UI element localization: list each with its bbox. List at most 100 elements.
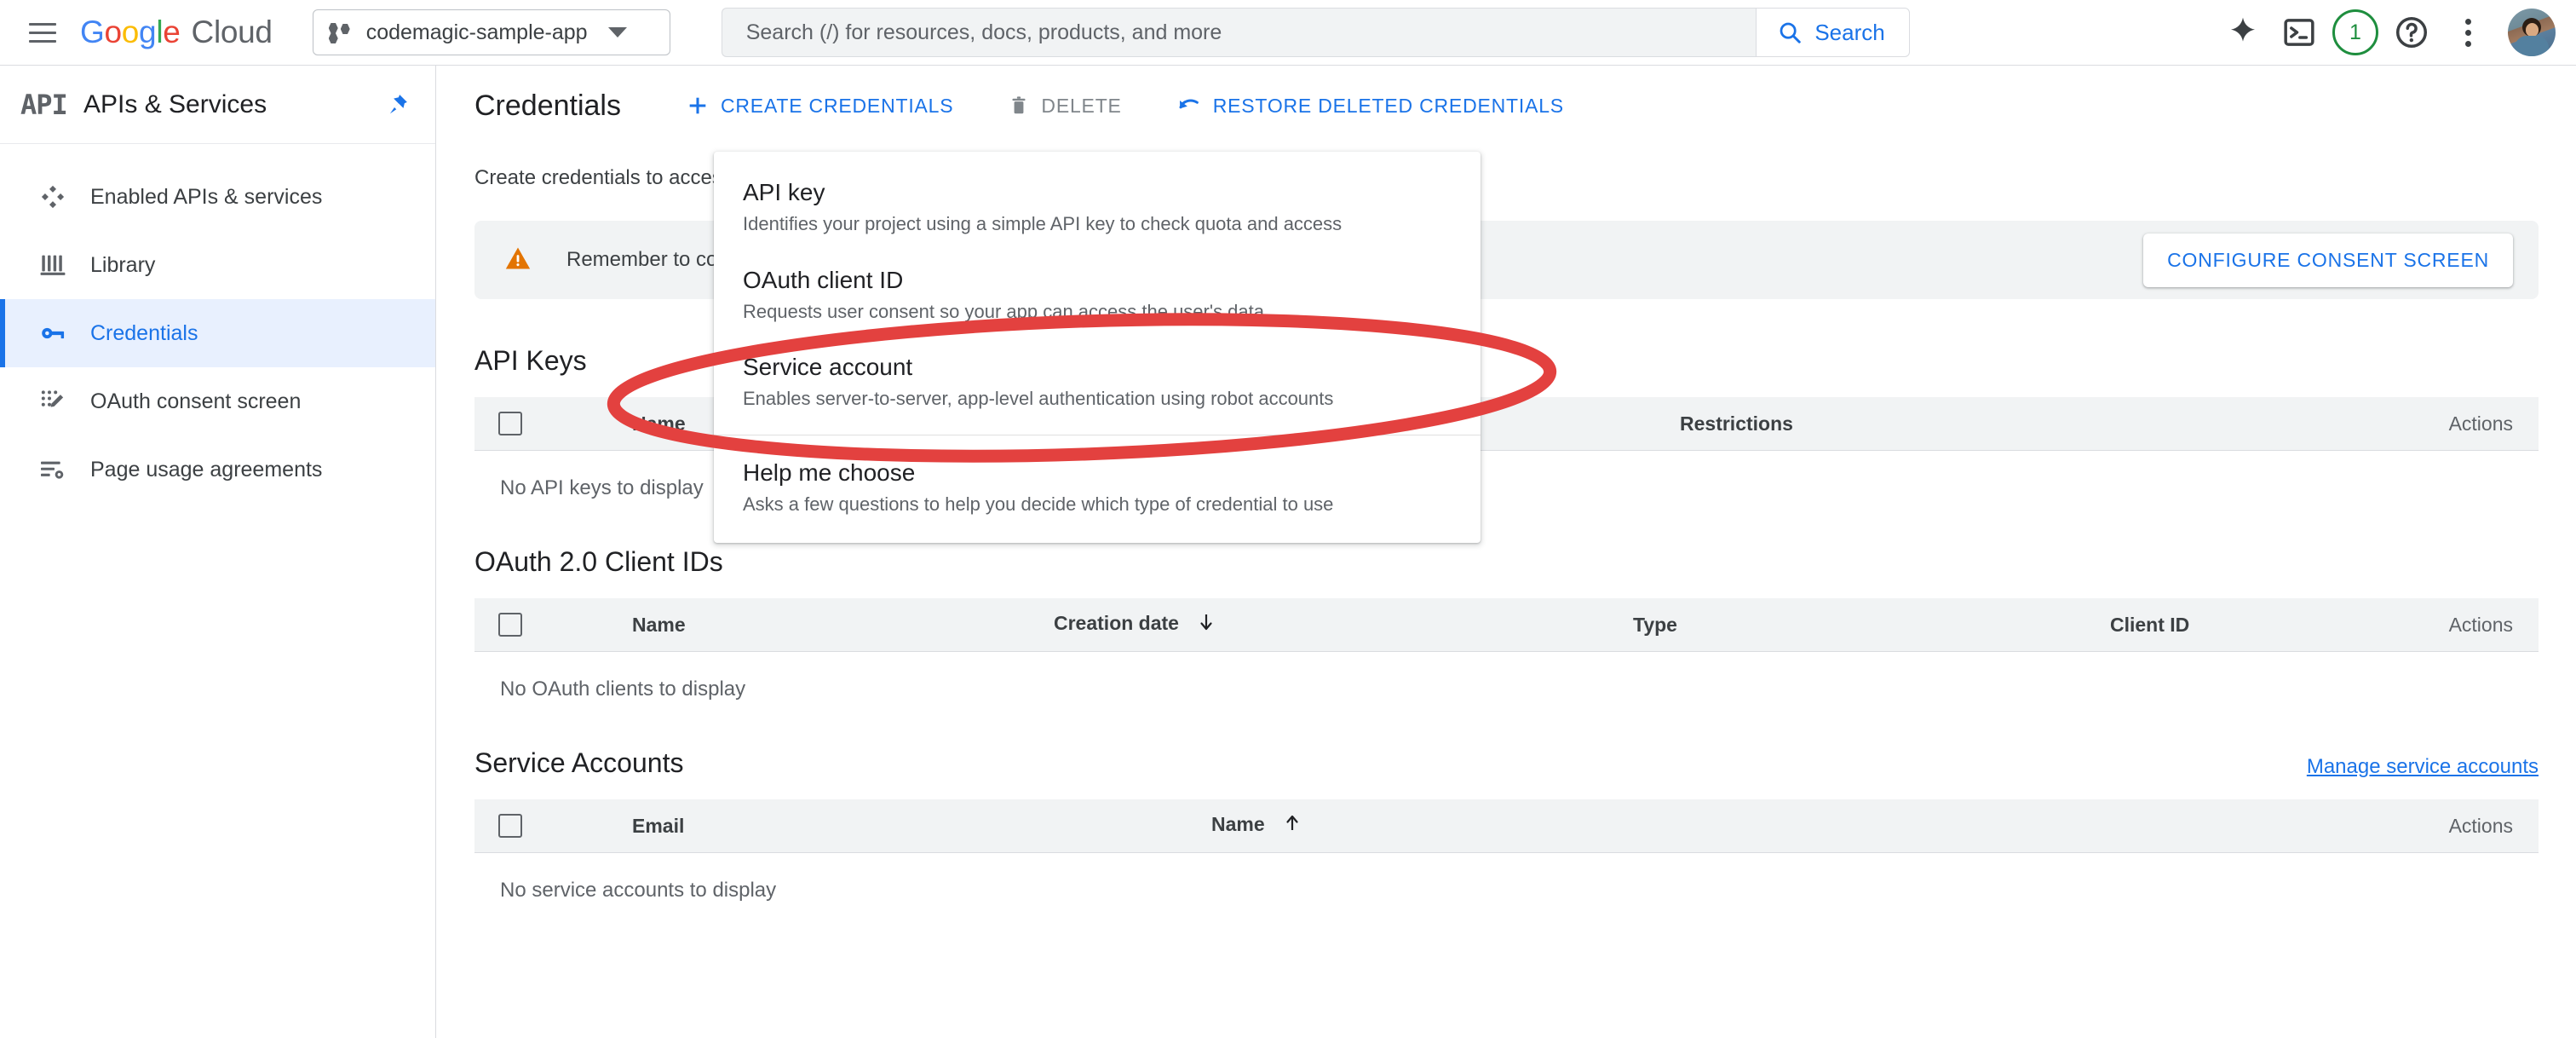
empty-state-text: No service accounts to display <box>500 879 777 902</box>
sort-descending-icon <box>1196 611 1216 638</box>
chevron-down-icon <box>607 27 627 37</box>
search-input[interactable] <box>744 19 1734 46</box>
service-accounts-table: Email Name Actions No service accounts t… <box>474 799 2539 902</box>
sidebar-item-credentials[interactable]: Credentials <box>0 299 435 367</box>
menu-item-oauth-client-id[interactable]: OAuth client ID Requests user consent so… <box>714 251 1481 339</box>
sidebar-item-oauth-consent-screen[interactable]: OAuth consent screen <box>0 367 435 435</box>
api-product-icon: API <box>20 88 68 121</box>
table-header-row: Email Name Actions <box>474 799 2539 853</box>
column-label: Name <box>1211 813 1265 836</box>
sidebar: API APIs & Services Enabled APIs & servi… <box>0 66 436 1038</box>
menu-item-description: Identifies your project using a simple A… <box>743 213 1343 234</box>
sidebar-item-page-usage-agreements[interactable]: Page usage agreements <box>0 435 435 504</box>
menu-item-service-account[interactable]: Service account Enables server-to-server… <box>714 338 1481 426</box>
restore-label: RESTORE DELETED CREDENTIALS <box>1212 94 1564 117</box>
help-icon[interactable] <box>2383 4 2440 61</box>
project-dots-icon <box>328 23 351 43</box>
select-all-checkbox[interactable] <box>498 412 522 436</box>
menu-item-description: Enables server-to-server, app-level auth… <box>743 388 1334 409</box>
menu-item-api-key[interactable]: API key Identifies your project using a … <box>714 164 1481 251</box>
search-icon <box>1780 22 1802 43</box>
section-title: Service Accounts <box>474 747 684 778</box>
oauth-clients-table: Name Creation date Type Client ID Action… <box>474 598 2539 701</box>
google-cloud-logo[interactable]: Google Cloud <box>80 14 273 50</box>
column-header-client-id[interactable]: Client ID <box>2110 598 2283 652</box>
account-avatar[interactable] <box>2508 9 2556 56</box>
agreements-icon <box>39 456 90 483</box>
column-label: Creation date <box>1054 612 1179 635</box>
column-header-restrictions[interactable]: Restrictions <box>1680 397 2283 451</box>
section-header: OAuth 2.0 Client IDs <box>437 546 2576 578</box>
trash-icon <box>1012 96 1026 114</box>
sidebar-item-label: Credentials <box>90 320 198 345</box>
sidebar-item-library[interactable]: Library <box>0 231 435 299</box>
sort-ascending-icon <box>1282 812 1302 839</box>
logo-letter: g <box>139 14 157 49</box>
menu-item-title: API key <box>743 179 825 205</box>
create-credentials-button[interactable]: CREATE CREDENTIALS <box>674 81 965 130</box>
gemini-spark-icon[interactable] <box>2215 4 2271 61</box>
undo-icon <box>1179 99 1199 109</box>
table-empty-row: No service accounts to display <box>474 853 2539 903</box>
configure-consent-screen-button[interactable]: CONFIGURE CONSENT SCREEN <box>2143 233 2513 287</box>
sidebar-product-title: APIs & Services <box>83 89 267 118</box>
table-empty-row: No OAuth clients to display <box>474 652 2539 702</box>
logo-letter: l <box>156 14 164 49</box>
sidebar-item-label: Enabled APIs & services <box>90 184 323 209</box>
section-oauth-client-ids: OAuth 2.0 Client IDs Name Creation date <box>437 546 2576 701</box>
column-header-creation-date[interactable]: Creation date <box>1054 598 1633 652</box>
search-box[interactable] <box>721 8 1757 57</box>
select-all-checkbox[interactable] <box>498 613 522 637</box>
select-all-cell <box>474 598 632 652</box>
column-header-email[interactable]: Email <box>632 799 1211 853</box>
project-name-label: codemagic-sample-app <box>365 20 588 44</box>
warning-triangle-icon <box>503 244 532 277</box>
page-toolbar: Credentials CREATE CREDENTIALS DELETE RE… <box>437 66 2576 139</box>
select-all-checkbox[interactable] <box>498 814 522 839</box>
column-header-type[interactable]: Type <box>1633 598 2110 652</box>
delete-label: DELETE <box>1041 94 1122 117</box>
hamburger-menu-icon[interactable] <box>24 14 61 51</box>
logo-letter: G <box>80 14 105 49</box>
menu-item-help-me-choose[interactable]: Help me choose Asks a few questions to h… <box>714 444 1481 532</box>
plus-icon <box>689 97 706 114</box>
column-header-name[interactable]: Name <box>1211 799 2283 853</box>
sidebar-item-label: OAuth consent screen <box>90 389 302 413</box>
top-app-bar: Google Cloud codemagic-sample-app Search <box>0 0 2576 66</box>
pin-icon[interactable] <box>384 91 410 118</box>
hamburger-bar <box>29 39 56 43</box>
table-header-row: Name Creation date Type Client ID Action… <box>474 598 2539 652</box>
notifications-button[interactable]: 1 <box>2327 4 2383 61</box>
section-header: Service Accounts Manage service accounts <box>437 747 2576 779</box>
column-header-actions: Actions <box>2283 799 2539 853</box>
sidebar-item-enabled-apis[interactable]: Enabled APIs & services <box>0 163 435 231</box>
cloud-shell-terminal-icon[interactable] <box>2271 4 2327 61</box>
notification-badge: 1 <box>2332 9 2378 55</box>
search-button[interactable]: Search <box>1756 8 1910 57</box>
search-button-label: Search <box>1814 19 1885 45</box>
column-header-actions: Actions <box>2283 397 2539 451</box>
select-all-cell <box>474 397 632 451</box>
library-icon <box>39 251 90 279</box>
oauth-consent-icon <box>39 388 90 415</box>
restore-deleted-credentials-button[interactable]: RESTORE DELETED CREDENTIALS <box>1164 81 1576 130</box>
dashboard-diamond-icon <box>39 183 90 210</box>
more-options-kebab-icon[interactable] <box>2440 4 2496 61</box>
delete-button[interactable]: DELETE <box>996 81 1133 130</box>
menu-item-description: Requests user consent so your app can ac… <box>743 300 1264 322</box>
logo-cloud-word: Cloud <box>191 14 273 49</box>
hamburger-bar <box>29 22 56 26</box>
column-header-name[interactable]: Name <box>632 598 1054 652</box>
manage-service-accounts-link[interactable]: Manage service accounts <box>2307 755 2539 779</box>
logo-letter: o <box>121 14 140 49</box>
create-credentials-label: CREATE CREDENTIALS <box>720 94 954 117</box>
sidebar-header: API APIs & Services <box>0 66 435 144</box>
page-title: Credentials <box>474 89 621 122</box>
empty-state-text: No OAuth clients to display <box>500 678 746 701</box>
project-selector[interactable]: codemagic-sample-app <box>312 9 670 55</box>
menu-item-title: OAuth client ID <box>743 266 904 293</box>
menu-item-title: Help me choose <box>743 458 916 486</box>
sidebar-item-label: Page usage agreements <box>90 457 323 482</box>
sidebar-item-label: Library <box>90 252 156 277</box>
section-service-accounts: Service Accounts Manage service accounts… <box>437 747 2576 902</box>
